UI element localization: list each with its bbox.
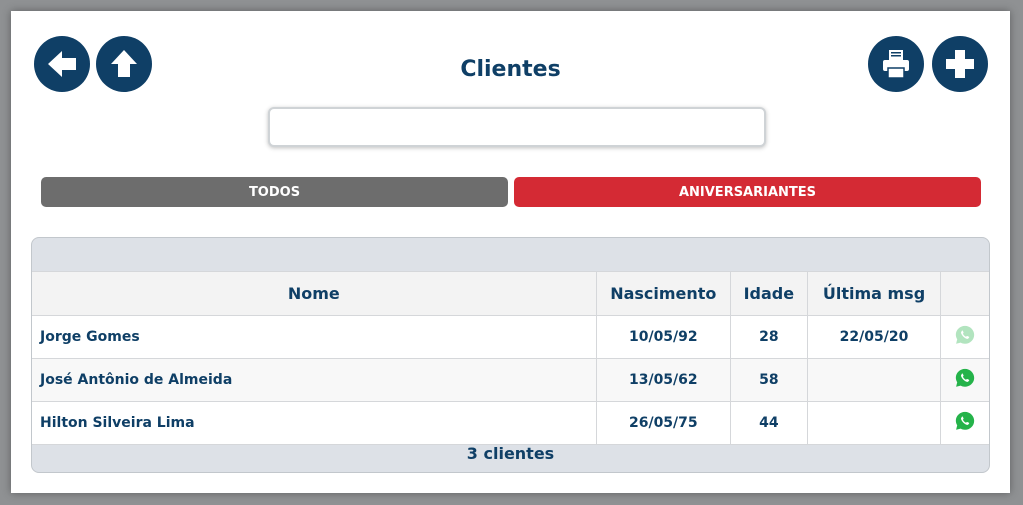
app-window: Clientes TODOS ANIVERSARIANTES Nome Nasc… — [11, 11, 1010, 493]
table-row[interactable]: José Antônio de Almeida 13/05/62 58 — [32, 358, 989, 402]
search-input[interactable] — [268, 107, 766, 147]
column-header-actions — [940, 271, 989, 316]
cell-nascimento: 10/05/92 — [596, 315, 732, 359]
clients-panel: Nome Nascimento Idade Última msg Jorge G… — [31, 237, 990, 473]
page-title: Clientes — [460, 57, 561, 82]
cell-nome: José Antônio de Almeida — [32, 358, 597, 402]
print-button[interactable] — [868, 36, 924, 92]
plus-icon — [946, 50, 974, 78]
tab-todos[interactable]: TODOS — [41, 177, 508, 207]
column-header-idade[interactable]: Idade — [730, 271, 808, 316]
cell-idade: 28 — [730, 315, 808, 359]
clients-table: Nome Nascimento Idade Última msg Jorge G… — [32, 271, 989, 445]
whatsapp-icon[interactable] — [954, 410, 976, 436]
cell-nome: Jorge Gomes — [32, 315, 597, 359]
printer-icon — [883, 50, 909, 79]
cell-ultima-msg: 22/05/20 — [807, 315, 942, 359]
table-header-row: Nome Nascimento Idade Última msg — [32, 271, 989, 316]
add-button[interactable] — [932, 36, 988, 92]
column-header-ultima-msg[interactable]: Última msg — [807, 271, 942, 316]
tab-aniversariantes[interactable]: ANIVERSARIANTES — [514, 177, 981, 207]
cell-nascimento: 13/05/62 — [596, 358, 732, 402]
whatsapp-icon[interactable] — [954, 324, 976, 350]
cell-ultima-msg — [807, 358, 942, 402]
cell-whatsapp — [940, 358, 989, 402]
column-header-nome[interactable]: Nome — [32, 271, 597, 316]
column-header-nascimento[interactable]: Nascimento — [596, 271, 732, 316]
whatsapp-icon[interactable] — [954, 367, 976, 393]
cell-whatsapp — [940, 315, 989, 359]
table-footer-count: 3 clientes — [466, 444, 555, 463]
cell-idade: 58 — [730, 358, 808, 402]
table-row[interactable]: Jorge Gomes 10/05/92 28 22/05/20 — [32, 315, 989, 359]
